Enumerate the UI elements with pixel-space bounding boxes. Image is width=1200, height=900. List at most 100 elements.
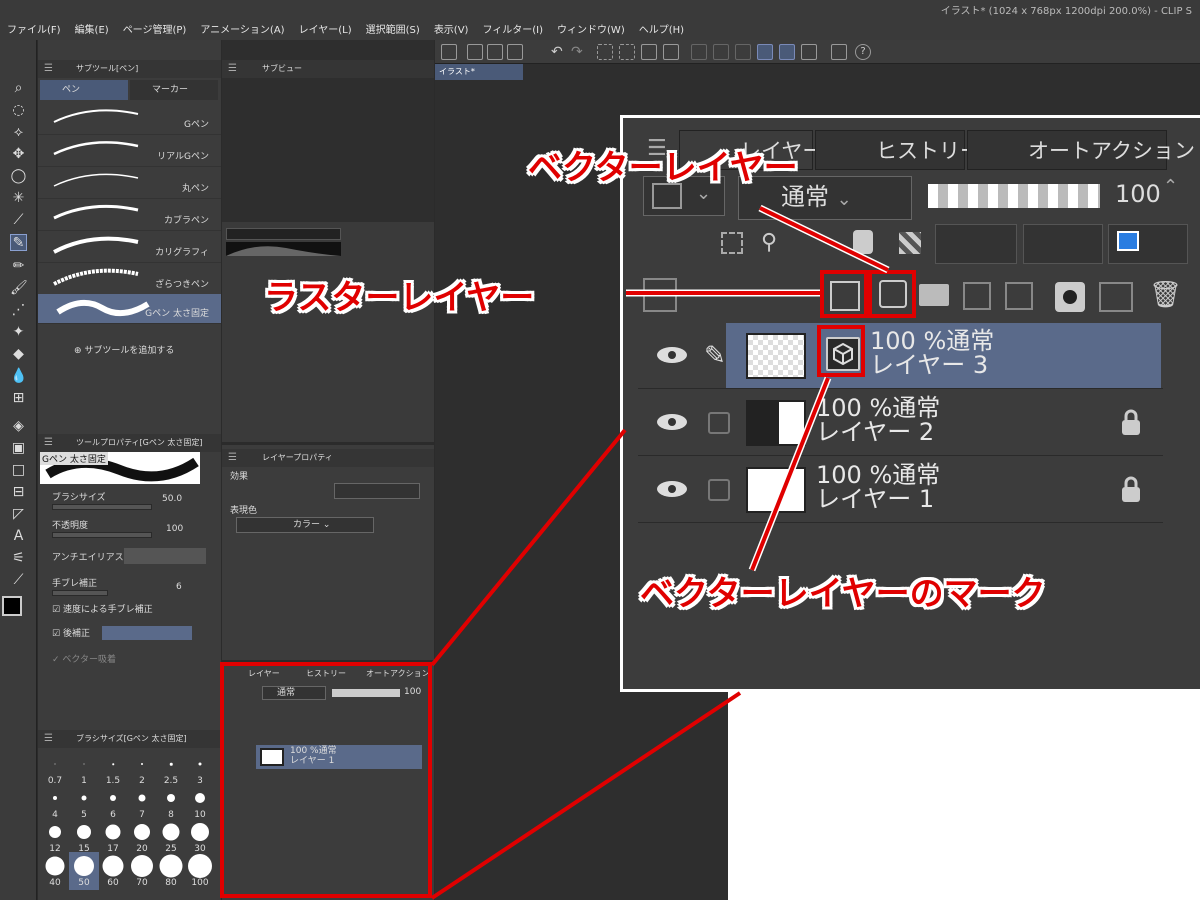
new-file-icon[interactable]	[467, 44, 483, 60]
smartphone-icon[interactable]	[831, 44, 847, 60]
lock-layer-icon[interactable]	[853, 230, 873, 254]
brush-size-option[interactable]: 1.5	[98, 750, 128, 788]
subtool-item[interactable]: カリグラフィ	[38, 232, 221, 263]
subtool-item[interactable]: ざらつきペン	[38, 264, 221, 295]
post-correction-level[interactable]	[102, 626, 192, 640]
brush-size-option[interactable]: 3	[185, 750, 215, 788]
layer-list-icon[interactable]	[643, 278, 677, 312]
layer-move-icon[interactable]: ✥	[10, 146, 27, 163]
snap-grid-icon[interactable]	[713, 44, 729, 60]
brush-size-option[interactable]: 0.7	[40, 750, 70, 788]
correct-line-icon[interactable]: ⟋	[10, 572, 27, 589]
eyedropper-icon[interactable]: ⟋	[10, 212, 27, 229]
eraser-tool-icon[interactable]: ◆	[10, 346, 27, 363]
brush-size-option[interactable]: 10	[185, 784, 215, 822]
clipping-icon[interactable]	[721, 232, 743, 254]
app-icon[interactable]	[441, 44, 457, 60]
menu-view[interactable]: 表示(V)	[427, 21, 476, 36]
post-correction-checkbox[interactable]: ☑ 後補正	[52, 626, 90, 639]
subtool-item[interactable]: カブラペン	[38, 200, 221, 231]
transform-icon[interactable]	[663, 44, 679, 60]
tab-history[interactable]: ヒストリー	[815, 130, 981, 170]
tab-pen[interactable]: ペン	[40, 80, 128, 100]
gradient-tool-icon[interactable]: ▣	[10, 440, 27, 457]
eye-icon[interactable]	[656, 345, 688, 365]
brush-size-option[interactable]: 2.5	[156, 750, 186, 788]
ruler-snap-icon[interactable]	[757, 44, 773, 60]
brush-size-option[interactable]: 6	[98, 784, 128, 822]
selection-tool-icon[interactable]: ◯	[10, 168, 27, 185]
reference-layer-icon[interactable]: ⚲	[761, 230, 777, 255]
menu-selection[interactable]: 選択範囲(S)	[359, 21, 427, 36]
snap-off-icon[interactable]	[691, 44, 707, 60]
brush-size-option[interactable]: 2	[127, 750, 157, 788]
layer-row[interactable]: 100 %通常 レイヤー 1	[638, 457, 1163, 523]
brush-size-option[interactable]: 60	[98, 852, 128, 890]
eye-icon[interactable]	[656, 412, 688, 432]
menu-page[interactable]: ページ管理(P)	[116, 21, 194, 36]
layer-row[interactable]: ✎ 100 %通常 レイヤー 3	[638, 323, 1163, 389]
eye-icon[interactable]	[656, 479, 688, 499]
brush-size-option[interactable]: 100	[185, 852, 215, 890]
subtool-item[interactable]: 丸ペン	[38, 168, 221, 199]
brush-size-option[interactable]: 8	[156, 784, 186, 822]
vector-snap-checkbox[interactable]: ✓ ベクター吸着	[52, 652, 116, 665]
brush-size-option[interactable]: 30	[185, 818, 215, 856]
zoom-tool-icon[interactable]: ⌕	[10, 80, 27, 97]
decoration-tool-icon[interactable]: ✦	[10, 324, 27, 341]
menu-window[interactable]: ウィンドウ(W)	[550, 21, 632, 36]
new-folder-icon[interactable]	[919, 284, 949, 306]
brush-tool-icon[interactable]: 🖌	[10, 280, 28, 297]
lock-icon[interactable]	[1120, 408, 1142, 436]
ruler-select[interactable]	[1023, 224, 1103, 264]
snap-special-icon[interactable]	[735, 44, 751, 60]
brush-size-option[interactable]: 40	[40, 852, 70, 890]
operation-tool-icon[interactable]: ⟡	[10, 124, 27, 141]
menu-layer[interactable]: レイヤー(L)	[292, 21, 359, 36]
subtool-item[interactable]: Gペン	[38, 104, 221, 135]
brush-size-option[interactable]: 12	[40, 818, 70, 856]
help-icon[interactable]: ?	[855, 44, 871, 60]
deselect-icon[interactable]	[597, 44, 613, 60]
antialias-selector[interactable]	[124, 548, 206, 564]
blend-tool-icon[interactable]: 💧	[10, 368, 27, 385]
vector-snap-icon[interactable]	[779, 44, 795, 60]
undo-icon[interactable]: ↶	[551, 44, 567, 60]
subtool-item-selected[interactable]: Gペン 太さ固定	[38, 294, 221, 324]
fill-tool-icon[interactable]: ◈	[10, 418, 27, 435]
brush-size-option[interactable]: 50	[69, 852, 99, 890]
stabilization-slider[interactable]	[52, 590, 108, 596]
save-icon[interactable]	[507, 44, 523, 60]
brush-size-option[interactable]: 25	[156, 818, 186, 856]
transfer-down-icon[interactable]	[963, 282, 991, 310]
menu-help[interactable]: ヘルプ(H)	[632, 21, 691, 36]
move-tool-icon[interactable]: ◌	[10, 102, 27, 119]
color-mode-select[interactable]: カラー ⌄	[236, 517, 374, 533]
fill-icon[interactable]	[641, 44, 657, 60]
merge-down-icon[interactable]	[1005, 282, 1033, 310]
speed-stab-checkbox[interactable]: ☑ 速度による手ブレ補正	[52, 602, 153, 615]
shape-tool-icon[interactable]: □	[10, 462, 27, 479]
trash-icon[interactable]: 🗑	[1149, 280, 1182, 310]
apply-mask-icon[interactable]	[1099, 282, 1133, 312]
tab-marker[interactable]: マーカー	[130, 80, 218, 100]
balloon-tool-icon[interactable]: ⚟	[10, 550, 27, 567]
mask-select[interactable]	[935, 224, 1017, 264]
layer-row[interactable]: 100 %通常 レイヤー 2	[638, 390, 1163, 456]
brush-size-option[interactable]: 20	[127, 818, 157, 856]
brush-size-option[interactable]: 80	[156, 852, 186, 890]
brush-size-option[interactable]: 15	[69, 818, 99, 856]
brush-size-option[interactable]: 7	[127, 784, 157, 822]
document-tab[interactable]: イラスト*	[435, 64, 523, 80]
ruler-tool-icon[interactable]: ◸	[10, 506, 27, 523]
menu-animation[interactable]: アニメーション(A)	[193, 21, 291, 36]
layer-color-picker[interactable]	[1108, 224, 1188, 264]
layer-checkbox[interactable]	[708, 479, 730, 501]
add-subtool-button[interactable]: ⊕ サブツールを追加する	[74, 343, 174, 356]
opacity-spinner[interactable]: ⌃	[1163, 176, 1178, 197]
layer-checkbox[interactable]	[708, 412, 730, 434]
open-file-icon[interactable]	[487, 44, 503, 60]
pencil-tool-icon[interactable]: ✏	[10, 258, 27, 275]
ruler-icon[interactable]	[801, 44, 817, 60]
opacity-slider[interactable]	[928, 184, 1100, 208]
